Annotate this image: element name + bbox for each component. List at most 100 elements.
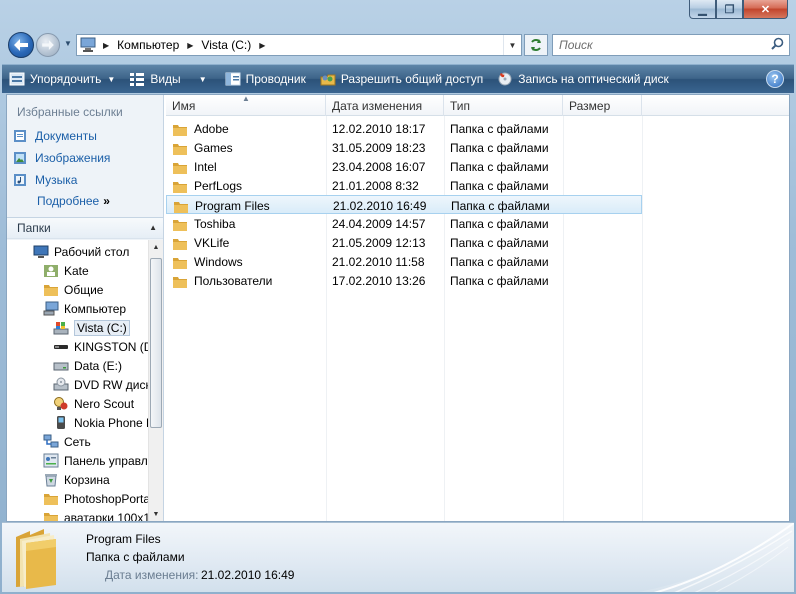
tree-item[interactable]: Kate bbox=[43, 261, 89, 280]
breadcrumb-separator: ▶ bbox=[103, 40, 110, 50]
system-drive-icon bbox=[53, 320, 69, 335]
tree-item[interactable]: Nero Scout bbox=[53, 394, 134, 413]
file-date-cell: 17.02.2010 13:26 bbox=[332, 273, 426, 288]
tree-item[interactable]: Nokia Phone B bbox=[53, 413, 148, 432]
network-icon bbox=[43, 434, 59, 449]
scrollbar-thumb[interactable] bbox=[150, 258, 162, 428]
favorite-pictures[interactable]: Изображения bbox=[13, 149, 110, 167]
back-button[interactable] bbox=[8, 32, 34, 58]
maximize-button[interactable]: ❐ bbox=[716, 0, 743, 19]
explorer-label: Проводник bbox=[245, 72, 306, 86]
organize-button[interactable]: Упорядочить ▼ bbox=[2, 65, 122, 93]
folders-header[interactable]: Папки ▲ bbox=[7, 217, 163, 239]
views-icon bbox=[130, 73, 145, 86]
column-date-modified[interactable]: Дата изменения bbox=[326, 95, 444, 116]
column-label: Имя bbox=[172, 98, 196, 113]
tree-item[interactable]: Общие bbox=[43, 280, 103, 299]
tree-scrollbar[interactable]: ▲ ▼ bbox=[148, 240, 163, 521]
tree-item[interactable]: Корзина bbox=[43, 470, 110, 489]
chevron-up-icon[interactable]: ▲ bbox=[149, 223, 157, 232]
details-date-value: 21.02.2010 16:49 bbox=[201, 568, 295, 582]
tree-item[interactable]: Vista (C:) bbox=[53, 318, 130, 337]
breadcrumb-computer[interactable]: Компьютер bbox=[114, 35, 182, 55]
scroll-up-button[interactable]: ▲ bbox=[149, 240, 163, 254]
tree-item[interactable]: DVD RW дисков bbox=[53, 375, 148, 394]
tree-item-label: Общие bbox=[64, 282, 104, 297]
file-name-cell: Toshiba bbox=[172, 214, 235, 233]
column-type[interactable]: Тип bbox=[444, 95, 563, 116]
tree-item[interactable]: Сеть bbox=[43, 432, 91, 451]
tree-item[interactable]: Data (E:) bbox=[53, 356, 122, 375]
breadcrumb-separator[interactable]: ▶ bbox=[182, 41, 198, 50]
folder-icon bbox=[172, 274, 188, 288]
file-name: Windows bbox=[194, 254, 243, 269]
forward-button[interactable] bbox=[36, 33, 60, 57]
explorer-icon bbox=[225, 72, 241, 86]
file-name: Intel bbox=[194, 159, 217, 174]
close-button[interactable]: ✕ bbox=[743, 0, 788, 19]
favorite-music[interactable]: Музыка bbox=[13, 171, 77, 189]
breadcrumb-vista-c[interactable]: Vista (C:) bbox=[198, 35, 254, 55]
breadcrumb-separator[interactable]: ▶ bbox=[254, 41, 270, 50]
more-links-button[interactable]: Подробнее» bbox=[37, 194, 110, 208]
tree-item[interactable]: KINGSTON (D: bbox=[53, 337, 148, 356]
minimize-button[interactable]: ▁ bbox=[689, 0, 716, 19]
file-type-cell: Папка с файлами bbox=[450, 235, 549, 250]
column-label: Тип bbox=[450, 98, 471, 113]
column-divider bbox=[642, 116, 643, 521]
tree-item-label: Сеть bbox=[64, 434, 91, 449]
file-row[interactable]: Program Files 21.02.2010 16:49 Папка с фай… bbox=[166, 195, 642, 214]
tree-item[interactable]: Панель управле bbox=[43, 451, 148, 470]
refresh-button[interactable] bbox=[524, 34, 548, 56]
scroll-down-button[interactable]: ▼ bbox=[149, 507, 163, 521]
help-icon[interactable]: ? bbox=[766, 70, 784, 88]
file-name-cell: Adobe bbox=[172, 119, 229, 138]
search-input[interactable] bbox=[553, 35, 753, 55]
history-dropdown-button[interactable]: ▼ bbox=[64, 39, 74, 49]
details-item-name: Program Files bbox=[86, 532, 161, 546]
file-name: Program Files bbox=[195, 198, 270, 213]
file-type-cell: Папка с файлами bbox=[450, 216, 549, 231]
file-name-cell: Intel bbox=[172, 157, 217, 176]
views-button[interactable]: Виды ▼ bbox=[122, 65, 213, 93]
folder-icon bbox=[43, 491, 59, 506]
caption-buttons: ▁ ❐ ✕ bbox=[689, 0, 788, 20]
recycle-bin-icon bbox=[43, 472, 59, 487]
share-button[interactable]: Разрешить общий доступ bbox=[313, 65, 490, 93]
chevron-down-icon: ▼ bbox=[107, 74, 116, 84]
file-row[interactable]: Intel 23.04.2008 16:07 Папка с файлами bbox=[166, 157, 642, 176]
file-row[interactable]: PerfLogs 21.01.2008 8:32 Папка с файлами bbox=[166, 176, 642, 195]
file-date-cell: 31.05.2009 18:23 bbox=[332, 140, 426, 155]
computer-icon bbox=[80, 37, 96, 52]
file-row[interactable]: Windows 21.02.2010 11:58 Папка с файлами bbox=[166, 252, 642, 271]
favorite-label: Изображения bbox=[35, 151, 111, 165]
organize-label: Упорядочить bbox=[30, 72, 102, 86]
tree-item[interactable]: Компьютер bbox=[43, 299, 126, 318]
file-row[interactable]: VKLife 21.05.2009 12:13 Папка с файлами bbox=[166, 233, 642, 252]
address-dropdown-button[interactable]: ▼ bbox=[503, 35, 521, 55]
file-type-cell: Папка с файлами bbox=[450, 140, 549, 155]
burn-button[interactable]: Запись на оптический диск bbox=[490, 65, 676, 93]
favorite-label: Музыка bbox=[35, 173, 78, 187]
tree-item-label: Компьютер bbox=[64, 301, 127, 316]
tree-item-label: аватарки 100х10 bbox=[64, 510, 148, 522]
user-folder-icon bbox=[43, 263, 59, 278]
column-size[interactable]: Размер bbox=[563, 95, 642, 116]
address-row: ▼ ▶ Компьютер ▶ Vista (C:) ▶ ▼ bbox=[6, 30, 790, 58]
search-icon[interactable] bbox=[771, 37, 784, 53]
file-name: Toshiba bbox=[194, 216, 236, 231]
tree-item[interactable]: PhotoshopPorta bbox=[43, 489, 148, 508]
tree-item-label: DVD RW дисков bbox=[74, 377, 148, 392]
file-row[interactable]: Toshiba 24.04.2009 14:57 Папка с файлами bbox=[166, 214, 642, 233]
favorite-documents[interactable]: Документы bbox=[13, 127, 97, 145]
tree-item[interactable]: аватарки 100х10 bbox=[43, 508, 148, 521]
address-bar[interactable]: ▶ Компьютер ▶ Vista (C:) ▶ ▼ bbox=[76, 34, 522, 56]
decorative-swoosh bbox=[638, 523, 794, 592]
explorer-button[interactable]: Проводник bbox=[214, 65, 313, 93]
file-list: Имя ▲ Дата изменения Тип Размер Adobe 12.… bbox=[166, 94, 789, 521]
file-row[interactable]: Adobe 12.02.2010 18:17 Папка с файлами bbox=[166, 119, 642, 138]
file-name-cell: Пользователи bbox=[172, 271, 272, 290]
tree-item[interactable]: Рабочий стол bbox=[33, 242, 129, 261]
file-row[interactable]: Пользователи 17.02.2010 13:26 Папка с файл… bbox=[166, 271, 642, 290]
file-row[interactable]: Games 31.05.2009 18:23 Папка с файлами bbox=[166, 138, 642, 157]
